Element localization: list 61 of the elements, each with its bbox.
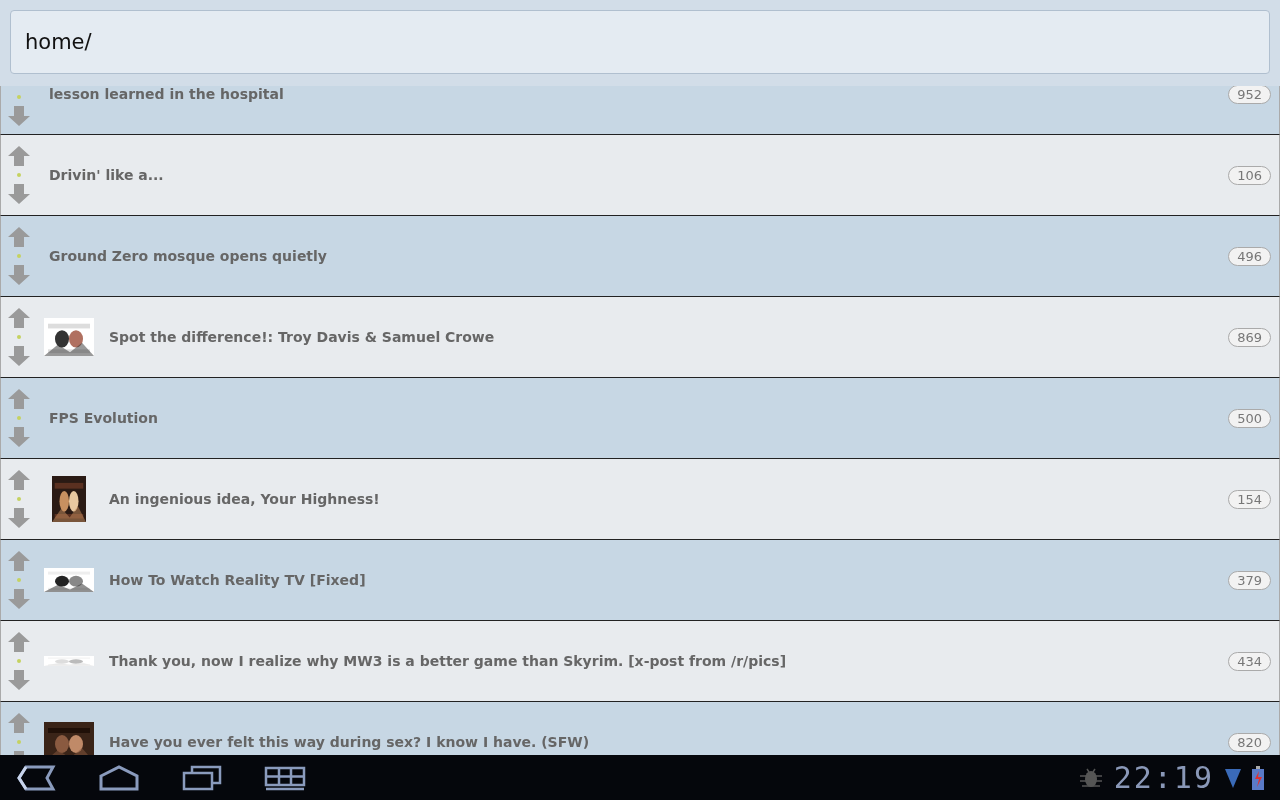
downvote-icon[interactable]: [7, 669, 31, 691]
score-dot-icon: [17, 416, 21, 420]
score-pill: 434: [1228, 651, 1271, 671]
upvote-icon[interactable]: [7, 226, 31, 248]
downvote-icon[interactable]: [7, 507, 31, 529]
score-dot-icon: [17, 578, 21, 582]
score-pill: 496: [1228, 246, 1271, 266]
post-row[interactable]: lesson learned in the hospital 952: [0, 86, 1280, 135]
post-row[interactable]: How To Watch Reality TV [Fixed] 379: [0, 540, 1280, 621]
downvote-icon[interactable]: [7, 345, 31, 367]
post-row[interactable]: FPS Evolution 500: [0, 378, 1280, 459]
score-dot-icon: [17, 740, 21, 744]
score-dot-icon: [17, 95, 21, 99]
score-pill: 379: [1228, 570, 1271, 590]
post-title[interactable]: Drivin' like a...: [49, 167, 1229, 183]
post-row[interactable]: Ground Zero mosque opens quietly 496: [0, 216, 1280, 297]
post-row[interactable]: Have you ever felt this way during sex? I know I have. (SFW) 820: [0, 702, 1280, 755]
bug-icon: [1077, 766, 1104, 789]
signal-icon: [1224, 766, 1242, 789]
post-row[interactable]: Spot the difference!: Troy Davis & Samuel Crowe 869: [0, 297, 1280, 378]
post-row[interactable]: Drivin' like a... 106: [0, 135, 1280, 216]
post-title[interactable]: Thank you, now I realize why MW3 is a better game than Skyrim. [x-post from /r/pics]: [109, 653, 1229, 669]
back-icon[interactable]: [16, 764, 56, 791]
address-field[interactable]: home/: [10, 10, 1270, 74]
score-pill: 952: [1228, 86, 1271, 104]
upvote-icon[interactable]: [7, 712, 31, 734]
upvote-icon[interactable]: [7, 631, 31, 653]
score-dot-icon: [17, 659, 21, 663]
downvote-icon[interactable]: [7, 426, 31, 448]
downvote-icon[interactable]: [7, 264, 31, 286]
upvote-icon[interactable]: [7, 307, 31, 329]
downvote-icon[interactable]: [7, 183, 31, 205]
battery-icon: [1252, 765, 1264, 790]
score-dot-icon: [17, 254, 21, 258]
post-title[interactable]: Spot the difference!: Troy Davis & Samuel Crowe: [109, 329, 1229, 345]
upvote-icon[interactable]: [7, 145, 31, 167]
downvote-icon[interactable]: [7, 105, 31, 127]
score-dot-icon: [17, 497, 21, 501]
post-title[interactable]: An ingenious idea, Your Highness!: [109, 491, 1229, 507]
home-icon[interactable]: [98, 764, 140, 791]
score-pill: 500: [1228, 408, 1271, 428]
upvote-icon[interactable]: [7, 388, 31, 410]
score-pill: 106: [1228, 165, 1271, 185]
post-row[interactable]: An ingenious idea, Your Highness! 154: [0, 459, 1280, 540]
score-pill: 820: [1228, 732, 1271, 752]
post-title[interactable]: Ground Zero mosque opens quietly: [49, 248, 1229, 264]
score-pill: 869: [1228, 327, 1271, 347]
recent-apps-icon[interactable]: [182, 764, 222, 791]
post-title[interactable]: lesson learned in the hospital: [49, 86, 1229, 102]
grid-icon[interactable]: [264, 764, 306, 791]
post-title[interactable]: FPS Evolution: [49, 410, 1229, 426]
upvote-icon[interactable]: [7, 550, 31, 572]
downvote-icon[interactable]: [7, 588, 31, 610]
post-row[interactable]: Thank you, now I realize why MW3 is a better game than Skyrim. [x-post from /r/pics] 434: [0, 621, 1280, 702]
score-pill: 154: [1228, 489, 1271, 509]
score-dot-icon: [17, 335, 21, 339]
score-dot-icon: [17, 173, 21, 177]
upvote-icon[interactable]: [7, 469, 31, 491]
post-title[interactable]: Have you ever felt this way during sex? I know I have. (SFW): [109, 734, 1229, 750]
clock: 22:19: [1113, 760, 1214, 795]
post-title[interactable]: How To Watch Reality TV [Fixed]: [109, 572, 1229, 588]
